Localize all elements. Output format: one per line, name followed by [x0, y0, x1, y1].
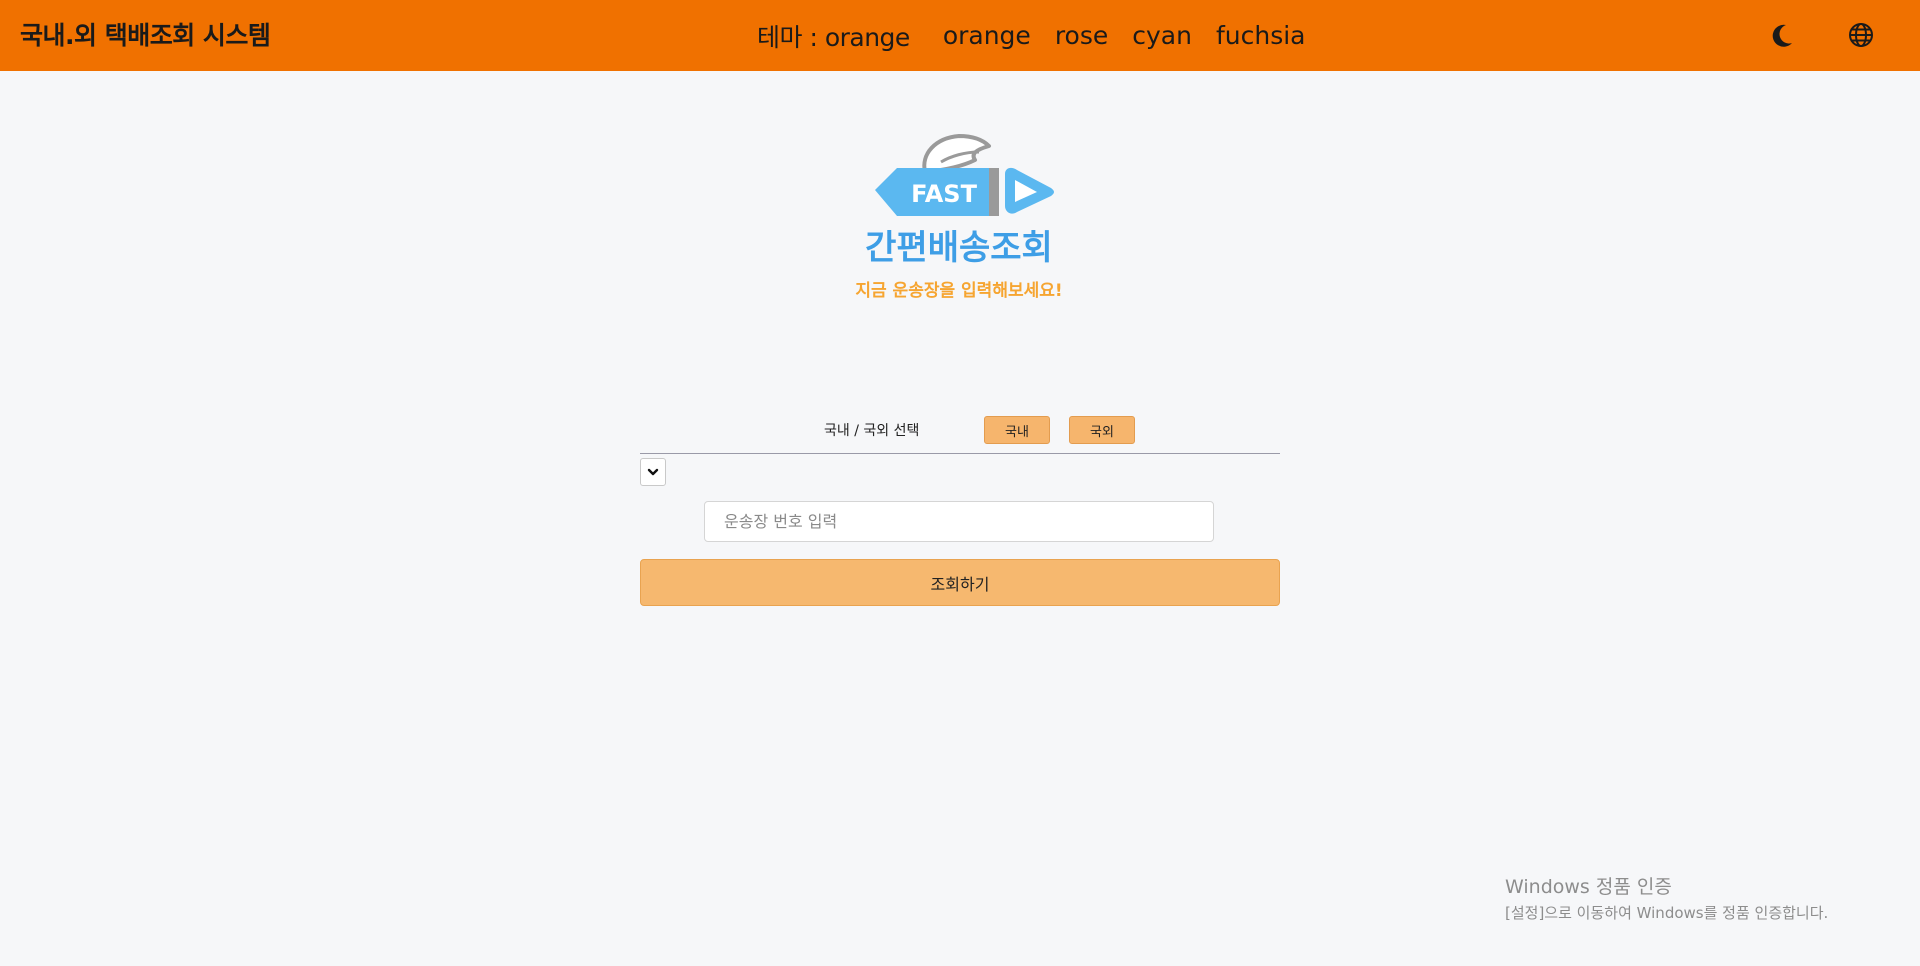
- theme-option-rose[interactable]: rose: [1055, 21, 1108, 50]
- search-button[interactable]: 조회하기: [640, 559, 1280, 606]
- theme-label: 테마 : orange: [757, 22, 910, 52]
- tracking-number-input[interactable]: [704, 501, 1214, 542]
- theme-option-fuchsia[interactable]: fuchsia: [1216, 21, 1306, 50]
- domestic-button[interactable]: 국내: [984, 416, 1050, 444]
- logo-subtitle: 지금 운송장을 입력해보세요!: [855, 281, 1062, 301]
- region-select-label: 국내 / 국외 선택: [824, 423, 920, 439]
- globe-icon[interactable]: [1844, 18, 1878, 52]
- logo-title: 간편배송조회: [865, 228, 1053, 268]
- theme-option-orange[interactable]: orange: [943, 21, 1031, 50]
- chevron-down-icon: [647, 468, 659, 476]
- logo-badge-text: FAST: [911, 180, 978, 208]
- region-selector-row: 국내 / 국외 선택 국내 국외: [640, 410, 1280, 454]
- watermark-subtitle: [설정]으로 이동하여 Windows를 정품 인증합니다.: [1505, 904, 1829, 922]
- brand-logo: FAST 간편배송조회 지금 운송장을 입력해보세요!: [855, 130, 1065, 310]
- watermark-title: Windows 정품 인증: [1505, 876, 1672, 898]
- app-title: 국내.외 택배조회 시스템: [20, 21, 271, 50]
- tracking-form: 국내 / 국외 선택 국내 국외 조회하기: [640, 410, 1280, 606]
- theme-option-cyan[interactable]: cyan: [1132, 21, 1192, 50]
- international-button[interactable]: 국외: [1069, 416, 1135, 444]
- theme-switcher: 테마 : orange orange rose cyan fuchsia: [757, 0, 1330, 71]
- windows-activation-watermark: Windows 정품 인증 [설정]으로 이동하여 Windows를 정품 인증…: [1505, 872, 1828, 923]
- top-nav-bar: 국내.외 택배조회 시스템 테마 : orange orange rose cy…: [0, 0, 1920, 71]
- carrier-dropdown[interactable]: [640, 458, 666, 486]
- moon-icon[interactable]: [1766, 18, 1800, 52]
